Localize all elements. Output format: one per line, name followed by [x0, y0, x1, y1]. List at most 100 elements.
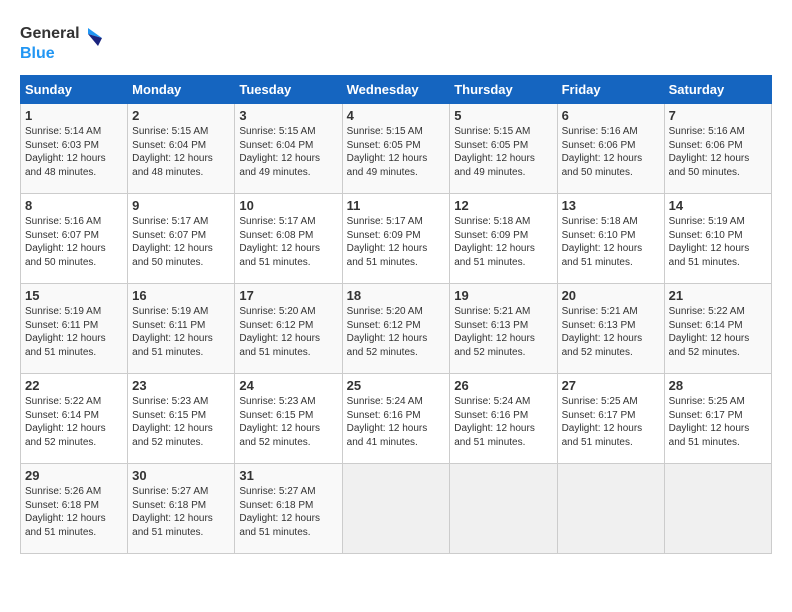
- calendar-header-monday: Monday: [128, 76, 235, 104]
- day-number: 12: [454, 198, 552, 213]
- day-info: Sunrise: 5:14 AM Sunset: 6:03 PM Dayligh…: [25, 125, 123, 179]
- calendar-cell: 22 Sunrise: 5:22 AM Sunset: 6:14 PM Dayli…: [21, 374, 128, 464]
- day-info: Sunrise: 5:16 AM Sunset: 6:06 PM Dayligh…: [562, 125, 660, 179]
- calendar-cell: 12 Sunrise: 5:18 AM Sunset: 6:09 PM Dayli…: [450, 194, 557, 284]
- day-number: 20: [562, 288, 660, 303]
- day-info: Sunrise: 5:16 AM Sunset: 6:06 PM Dayligh…: [669, 125, 767, 179]
- day-number: 30: [132, 468, 230, 483]
- day-number: 13: [562, 198, 660, 213]
- day-number: 24: [239, 378, 337, 393]
- day-number: 10: [239, 198, 337, 213]
- calendar-header-row: SundayMondayTuesdayWednesdayThursdayFrid…: [21, 76, 772, 104]
- day-number: 7: [669, 108, 767, 123]
- day-number: 11: [347, 198, 446, 213]
- day-number: 19: [454, 288, 552, 303]
- day-number: 31: [239, 468, 337, 483]
- calendar-cell: [450, 464, 557, 554]
- logo: General Blue: [20, 20, 110, 65]
- calendar-header-tuesday: Tuesday: [235, 76, 342, 104]
- day-info: Sunrise: 5:18 AM Sunset: 6:09 PM Dayligh…: [454, 215, 552, 269]
- calendar-cell: 7 Sunrise: 5:16 AM Sunset: 6:06 PM Daylig…: [664, 104, 771, 194]
- day-number: 4: [347, 108, 446, 123]
- day-info: Sunrise: 5:15 AM Sunset: 6:05 PM Dayligh…: [347, 125, 446, 179]
- calendar-cell: 28 Sunrise: 5:25 AM Sunset: 6:17 PM Dayli…: [664, 374, 771, 464]
- day-info: Sunrise: 5:19 AM Sunset: 6:10 PM Dayligh…: [669, 215, 767, 269]
- calendar-week-1: 1 Sunrise: 5:14 AM Sunset: 6:03 PM Daylig…: [21, 104, 772, 194]
- day-info: Sunrise: 5:24 AM Sunset: 6:16 PM Dayligh…: [454, 395, 552, 449]
- day-number: 2: [132, 108, 230, 123]
- day-number: 3: [239, 108, 337, 123]
- calendar-cell: [664, 464, 771, 554]
- calendar-cell: 23Sunrise: 5:23 AM Sunset: 6:15 PM Dayli…: [128, 374, 235, 464]
- day-number: 16: [132, 288, 230, 303]
- day-info: Sunrise: 5:17 AM Sunset: 6:08 PM Dayligh…: [239, 215, 337, 269]
- calendar-cell: 21 Sunrise: 5:22 AM Sunset: 6:14 PM Dayli…: [664, 284, 771, 374]
- day-number: 28: [669, 378, 767, 393]
- calendar-week-4: 22 Sunrise: 5:22 AM Sunset: 6:14 PM Dayli…: [21, 374, 772, 464]
- day-info: Sunrise: 5:26 AM Sunset: 6:18 PM Dayligh…: [25, 485, 123, 539]
- calendar-cell: 17Sunrise: 5:20 AM Sunset: 6:12 PM Dayli…: [235, 284, 342, 374]
- day-info: Sunrise: 5:24 AM Sunset: 6:16 PM Dayligh…: [347, 395, 446, 449]
- day-number: 26: [454, 378, 552, 393]
- day-number: 14: [669, 198, 767, 213]
- calendar-cell: 20Sunrise: 5:21 AM Sunset: 6:13 PM Dayli…: [557, 284, 664, 374]
- day-info: Sunrise: 5:15 AM Sunset: 6:05 PM Dayligh…: [454, 125, 552, 179]
- day-info: Sunrise: 5:22 AM Sunset: 6:14 PM Dayligh…: [25, 395, 123, 449]
- day-info: Sunrise: 5:15 AM Sunset: 6:04 PM Dayligh…: [239, 125, 337, 179]
- calendar-cell: 30 Sunrise: 5:27 AM Sunset: 6:18 PM Dayli…: [128, 464, 235, 554]
- day-info: Sunrise: 5:19 AM Sunset: 6:11 PM Dayligh…: [132, 305, 230, 359]
- calendar-cell: 31 Sunrise: 5:27 AM Sunset: 6:18 PM Dayli…: [235, 464, 342, 554]
- calendar-cell: 4 Sunrise: 5:15 AM Sunset: 6:05 PM Daylig…: [342, 104, 450, 194]
- day-info: Sunrise: 5:25 AM Sunset: 6:17 PM Dayligh…: [562, 395, 660, 449]
- calendar-cell: 18Sunrise: 5:20 AM Sunset: 6:12 PM Dayli…: [342, 284, 450, 374]
- calendar-cell: 2Sunrise: 5:15 AM Sunset: 6:04 PM Daylig…: [128, 104, 235, 194]
- calendar-week-3: 15 Sunrise: 5:19 AM Sunset: 6:11 PM Dayli…: [21, 284, 772, 374]
- calendar-cell: 25 Sunrise: 5:24 AM Sunset: 6:16 PM Dayli…: [342, 374, 450, 464]
- day-number: 17: [239, 288, 337, 303]
- day-number: 15: [25, 288, 123, 303]
- svg-text:General: General: [20, 25, 80, 42]
- day-info: Sunrise: 5:23 AM Sunset: 6:15 PM Dayligh…: [239, 395, 337, 449]
- day-info: Sunrise: 5:16 AM Sunset: 6:07 PM Dayligh…: [25, 215, 123, 269]
- day-number: 9: [132, 198, 230, 213]
- calendar-header-friday: Friday: [557, 76, 664, 104]
- calendar-cell: 5Sunrise: 5:15 AM Sunset: 6:05 PM Daylig…: [450, 104, 557, 194]
- day-number: 27: [562, 378, 660, 393]
- svg-text:Blue: Blue: [20, 45, 55, 62]
- calendar-cell: 1 Sunrise: 5:14 AM Sunset: 6:03 PM Daylig…: [21, 104, 128, 194]
- calendar-cell: 3 Sunrise: 5:15 AM Sunset: 6:04 PM Daylig…: [235, 104, 342, 194]
- day-info: Sunrise: 5:17 AM Sunset: 6:09 PM Dayligh…: [347, 215, 446, 269]
- calendar: SundayMondayTuesdayWednesdayThursdayFrid…: [20, 75, 772, 554]
- calendar-cell: 8Sunrise: 5:16 AM Sunset: 6:07 PM Daylig…: [21, 194, 128, 284]
- day-info: Sunrise: 5:17 AM Sunset: 6:07 PM Dayligh…: [132, 215, 230, 269]
- calendar-header-thursday: Thursday: [450, 76, 557, 104]
- calendar-cell: [557, 464, 664, 554]
- day-info: Sunrise: 5:27 AM Sunset: 6:18 PM Dayligh…: [132, 485, 230, 539]
- calendar-cell: [342, 464, 450, 554]
- calendar-cell: 11 Sunrise: 5:17 AM Sunset: 6:09 PM Dayli…: [342, 194, 450, 284]
- header: General Blue: [20, 20, 772, 65]
- day-info: Sunrise: 5:18 AM Sunset: 6:10 PM Dayligh…: [562, 215, 660, 269]
- day-info: Sunrise: 5:21 AM Sunset: 6:13 PM Dayligh…: [454, 305, 552, 359]
- day-number: 18: [347, 288, 446, 303]
- day-number: 22: [25, 378, 123, 393]
- calendar-header-saturday: Saturday: [664, 76, 771, 104]
- calendar-week-2: 8Sunrise: 5:16 AM Sunset: 6:07 PM Daylig…: [21, 194, 772, 284]
- calendar-header-wednesday: Wednesday: [342, 76, 450, 104]
- day-info: Sunrise: 5:27 AM Sunset: 6:18 PM Dayligh…: [239, 485, 337, 539]
- day-number: 1: [25, 108, 123, 123]
- calendar-cell: 29 Sunrise: 5:26 AM Sunset: 6:18 PM Dayli…: [21, 464, 128, 554]
- calendar-cell: 15Sunrise: 5:19 AM Sunset: 6:11 PM Dayli…: [21, 284, 128, 374]
- calendar-cell: 19 Sunrise: 5:21 AM Sunset: 6:13 PM Dayli…: [450, 284, 557, 374]
- day-number: 25: [347, 378, 446, 393]
- day-info: Sunrise: 5:23 AM Sunset: 6:15 PM Dayligh…: [132, 395, 230, 449]
- calendar-cell: 9 Sunrise: 5:17 AM Sunset: 6:07 PM Daylig…: [128, 194, 235, 284]
- calendar-cell: 24 Sunrise: 5:23 AM Sunset: 6:15 PM Dayli…: [235, 374, 342, 464]
- calendar-cell: 10 Sunrise: 5:17 AM Sunset: 6:08 PM Dayli…: [235, 194, 342, 284]
- day-number: 29: [25, 468, 123, 483]
- calendar-cell: 16 Sunrise: 5:19 AM Sunset: 6:11 PM Dayli…: [128, 284, 235, 374]
- day-info: Sunrise: 5:22 AM Sunset: 6:14 PM Dayligh…: [669, 305, 767, 359]
- day-number: 21: [669, 288, 767, 303]
- day-info: Sunrise: 5:25 AM Sunset: 6:17 PM Dayligh…: [669, 395, 767, 449]
- calendar-cell: 14 Sunrise: 5:19 AM Sunset: 6:10 PM Dayli…: [664, 194, 771, 284]
